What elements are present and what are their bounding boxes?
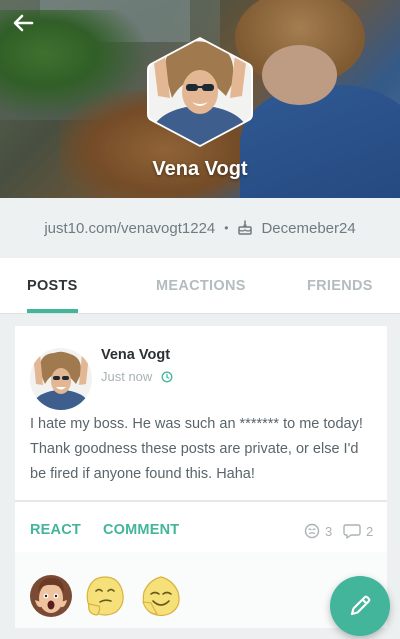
react-button[interactable]: REACT <box>30 522 81 538</box>
post-author-avatar[interactable] <box>30 348 92 410</box>
tab-meactions[interactable]: MEACTIONS <box>156 258 246 314</box>
back-arrow-icon[interactable] <box>12 12 34 34</box>
separator: • <box>224 221 229 235</box>
tab-friends[interactable]: FRIENDS <box>307 258 373 314</box>
post-author-name[interactable]: Vena Vogt <box>101 347 170 363</box>
pencil-icon <box>350 595 371 616</box>
reaction-photo-face-icon[interactable] <box>29 574 73 618</box>
post-divider <box>15 500 387 502</box>
profile-birthday: Decemeber24 <box>261 219 356 237</box>
post-timestamp: Just now <box>101 369 153 384</box>
active-tab-indicator <box>27 309 78 313</box>
profile-tabs: POSTS MEACTIONS FRIENDS <box>0 258 400 314</box>
tab-posts[interactable]: POSTS <box>27 258 78 314</box>
cake-icon <box>238 220 253 235</box>
reaction-count-value: 3 <box>325 523 333 539</box>
comment-button[interactable]: COMMENT <box>103 522 179 538</box>
reaction-count[interactable]: 3 <box>304 523 332 539</box>
clock-icon <box>161 371 173 383</box>
profile-info: just10.com/venavogt1224 • Decemeber24 <box>0 198 400 258</box>
post-body: I hate my boss. He was such an ******* t… <box>30 416 363 482</box>
reaction-thinking-emoji-icon[interactable] <box>83 574 127 618</box>
profile-website[interactable]: just10.com/venavogt1224 <box>44 220 215 237</box>
post-card: Vena Vogt Just now I hate my boss. He wa… <box>15 326 387 628</box>
reaction-laughing-emoji-icon[interactable] <box>139 574 183 618</box>
chat-bubble-icon <box>343 524 361 539</box>
compose-button[interactable] <box>330 576 390 636</box>
comment-count[interactable]: 2 <box>343 523 373 539</box>
profile-name: Vena Vogt <box>152 158 248 180</box>
smiley-icon <box>304 523 320 539</box>
profile-avatar[interactable] <box>146 36 254 148</box>
comment-count-value: 2 <box>366 523 374 539</box>
